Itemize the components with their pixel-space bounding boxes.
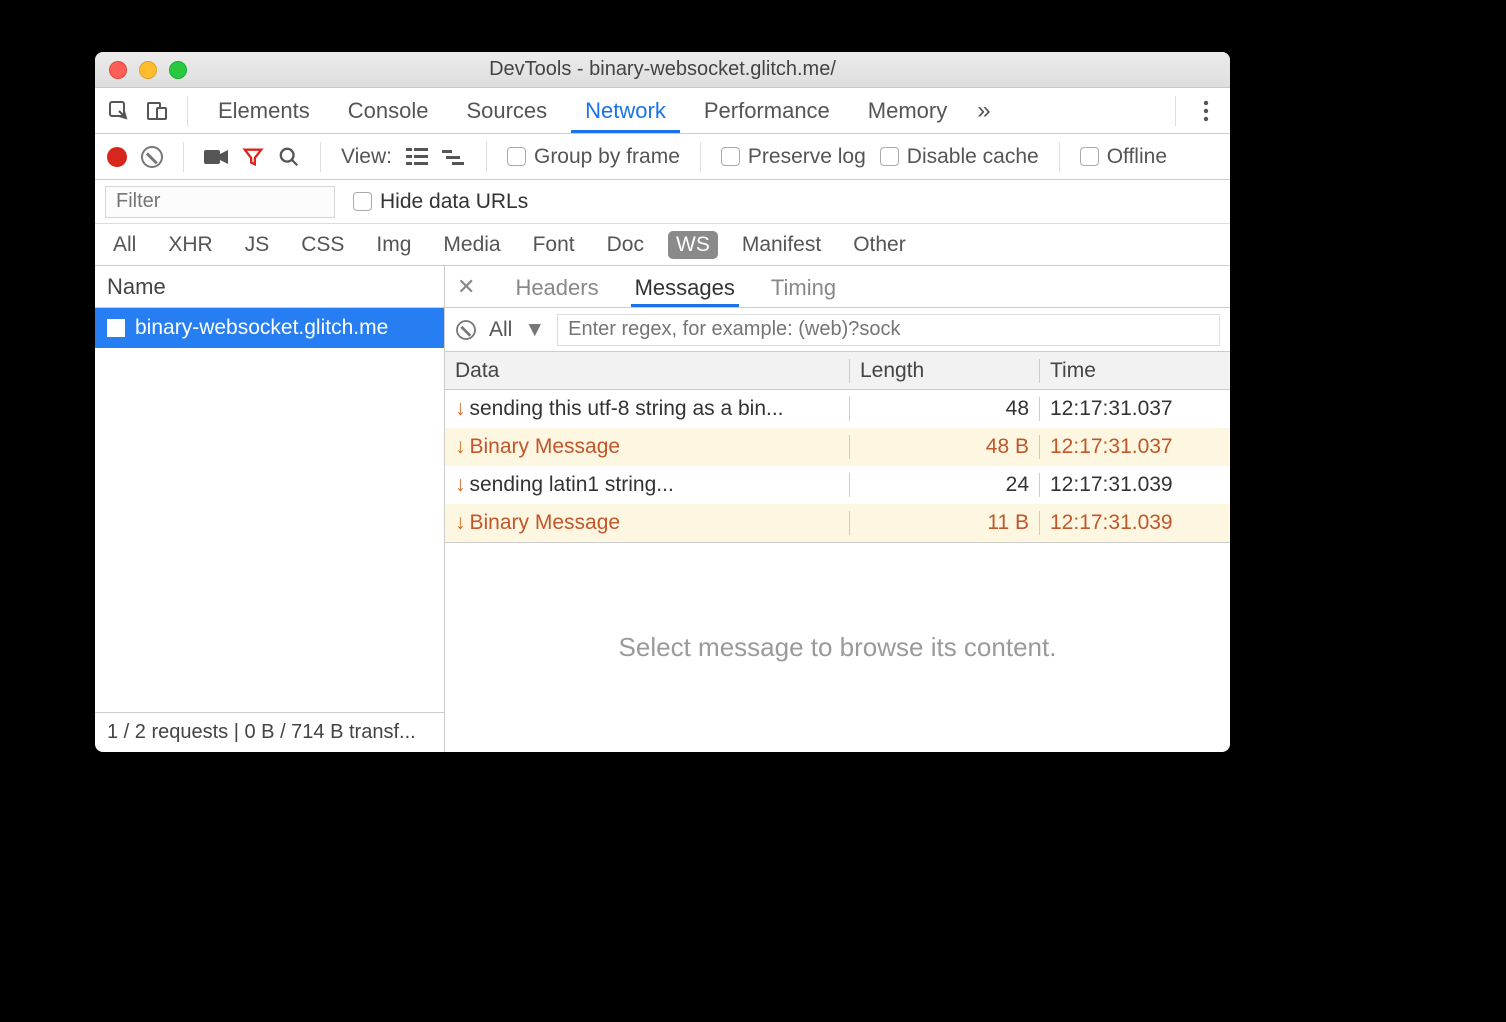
disable-cache-option[interactable]: Disable cache bbox=[880, 145, 1039, 169]
panel-tabbar: Elements Console Sources Network Perform… bbox=[95, 88, 1230, 134]
detail-tab-timing[interactable]: Timing bbox=[767, 267, 840, 307]
camera-icon[interactable] bbox=[204, 148, 228, 166]
request-list-pane: Name binary-websocket.glitch.me 1 / 2 re… bbox=[95, 266, 445, 752]
message-length: 24 bbox=[850, 473, 1040, 497]
offline-option[interactable]: Offline bbox=[1080, 145, 1167, 169]
message-row[interactable]: ↓sending latin1 string... 2412:17:31.039 bbox=[445, 466, 1230, 504]
preserve-log-label: Preserve log bbox=[748, 145, 866, 168]
tab-console[interactable]: Console bbox=[334, 88, 443, 133]
type-xhr[interactable]: XHR bbox=[160, 231, 220, 259]
message-data: Binary Message bbox=[470, 511, 621, 534]
type-font[interactable]: Font bbox=[525, 231, 583, 259]
type-filter-row: All XHR JS CSS Img Media Font Doc WS Man… bbox=[95, 224, 1230, 266]
large-rows-icon[interactable] bbox=[406, 148, 428, 166]
message-time: 12:17:31.037 bbox=[1040, 397, 1230, 421]
separator bbox=[187, 96, 188, 126]
tab-network[interactable]: Network bbox=[571, 88, 680, 133]
group-by-frame-option[interactable]: Group by frame bbox=[507, 145, 680, 169]
overview-icon[interactable] bbox=[442, 148, 466, 166]
network-toolbar: View: Group by frame Preserve log Disabl… bbox=[95, 134, 1230, 180]
message-regex-input[interactable] bbox=[557, 314, 1220, 346]
offline-label: Offline bbox=[1107, 145, 1167, 168]
messages-grid-body: ↓sending this utf-8 string as a bin...48… bbox=[445, 390, 1230, 543]
separator bbox=[1059, 142, 1060, 172]
message-row[interactable]: ↓Binary Message 11 B12:17:31.039 bbox=[445, 504, 1230, 542]
type-media[interactable]: Media bbox=[435, 231, 508, 259]
tab-sources[interactable]: Sources bbox=[452, 88, 561, 133]
message-data: sending latin1 string... bbox=[470, 473, 674, 496]
message-row[interactable]: ↓Binary Message 48 B12:17:31.037 bbox=[445, 428, 1230, 466]
type-js[interactable]: JS bbox=[237, 231, 278, 259]
detail-tabbar: ✕ Headers Messages Timing bbox=[445, 266, 1230, 308]
type-img[interactable]: Img bbox=[368, 231, 419, 259]
inspect-icon[interactable] bbox=[105, 97, 133, 125]
type-doc[interactable]: Doc bbox=[599, 231, 652, 259]
down-arrow-icon: ↓ bbox=[455, 397, 466, 420]
separator bbox=[183, 142, 184, 172]
message-time: 12:17:31.039 bbox=[1040, 511, 1230, 535]
clear-messages-button[interactable] bbox=[456, 320, 476, 340]
main-area: Name binary-websocket.glitch.me 1 / 2 re… bbox=[95, 266, 1230, 752]
name-column-header[interactable]: Name bbox=[95, 266, 444, 308]
type-all[interactable]: All bbox=[105, 231, 144, 259]
message-placeholder: Select message to browse its content. bbox=[445, 543, 1230, 752]
close-icon[interactable]: ✕ bbox=[457, 274, 475, 300]
messages-grid-header: Data Length Time bbox=[445, 352, 1230, 390]
view-label: View: bbox=[341, 145, 392, 169]
filter-icon[interactable] bbox=[242, 146, 264, 168]
document-icon bbox=[107, 319, 125, 337]
group-by-frame-label: Group by frame bbox=[534, 145, 680, 168]
down-arrow-icon: ↓ bbox=[455, 511, 466, 534]
message-length: 48 B bbox=[850, 435, 1040, 459]
message-time: 12:17:31.037 bbox=[1040, 435, 1230, 459]
more-tabs-icon[interactable]: » bbox=[977, 97, 990, 125]
filter-row: Hide data URLs bbox=[95, 180, 1230, 224]
filter-input[interactable] bbox=[105, 186, 335, 218]
tab-performance[interactable]: Performance bbox=[690, 88, 844, 133]
message-filter-all[interactable]: All bbox=[489, 318, 512, 342]
window-title: DevTools - binary-websocket.glitch.me/ bbox=[95, 58, 1230, 81]
type-css[interactable]: CSS bbox=[293, 231, 352, 259]
separator bbox=[700, 142, 701, 172]
col-header-time[interactable]: Time bbox=[1040, 359, 1230, 383]
detail-tab-headers[interactable]: Headers bbox=[511, 267, 602, 307]
col-header-data[interactable]: Data bbox=[445, 359, 850, 383]
message-time: 12:17:31.039 bbox=[1040, 473, 1230, 497]
kebab-menu-icon[interactable] bbox=[1192, 97, 1220, 125]
message-row[interactable]: ↓sending this utf-8 string as a bin... 48… bbox=[445, 390, 1230, 428]
preserve-log-option[interactable]: Preserve log bbox=[721, 145, 866, 169]
hide-data-urls-label: Hide data URLs bbox=[380, 190, 528, 213]
search-icon[interactable] bbox=[278, 146, 300, 168]
type-ws[interactable]: WS bbox=[668, 231, 718, 259]
devtools-window: DevTools - binary-websocket.glitch.me/ E… bbox=[95, 52, 1230, 752]
type-other[interactable]: Other bbox=[845, 231, 914, 259]
tab-elements[interactable]: Elements bbox=[204, 88, 324, 133]
message-data: sending this utf-8 string as a bin... bbox=[470, 397, 784, 420]
status-bar: 1 / 2 requests | 0 B / 714 B transf... bbox=[95, 712, 444, 752]
col-header-length[interactable]: Length bbox=[850, 359, 1040, 383]
clear-button[interactable] bbox=[141, 146, 163, 168]
titlebar: DevTools - binary-websocket.glitch.me/ bbox=[95, 52, 1230, 88]
messages-toolbar: All ▼ bbox=[445, 308, 1230, 352]
detail-pane: ✕ Headers Messages Timing All ▼ Data Len… bbox=[445, 266, 1230, 752]
disable-cache-label: Disable cache bbox=[907, 145, 1039, 168]
request-name-label: binary-websocket.glitch.me bbox=[135, 316, 388, 340]
record-button[interactable] bbox=[107, 147, 127, 167]
type-manifest[interactable]: Manifest bbox=[734, 231, 829, 259]
detail-tab-messages[interactable]: Messages bbox=[631, 267, 739, 307]
separator bbox=[1175, 96, 1176, 126]
tab-memory[interactable]: Memory bbox=[854, 88, 961, 133]
separator bbox=[486, 142, 487, 172]
down-arrow-icon: ↓ bbox=[455, 435, 466, 458]
request-row[interactable]: binary-websocket.glitch.me bbox=[95, 308, 444, 348]
down-arrow-icon: ↓ bbox=[455, 473, 466, 496]
dropdown-icon[interactable]: ▼ bbox=[524, 318, 545, 342]
message-length: 48 bbox=[850, 397, 1040, 421]
hide-data-urls-option[interactable]: Hide data URLs bbox=[353, 190, 528, 214]
device-toggle-icon[interactable] bbox=[143, 97, 171, 125]
separator bbox=[320, 142, 321, 172]
message-length: 11 B bbox=[850, 511, 1040, 535]
request-list: binary-websocket.glitch.me bbox=[95, 308, 444, 712]
message-data: Binary Message bbox=[470, 435, 621, 458]
